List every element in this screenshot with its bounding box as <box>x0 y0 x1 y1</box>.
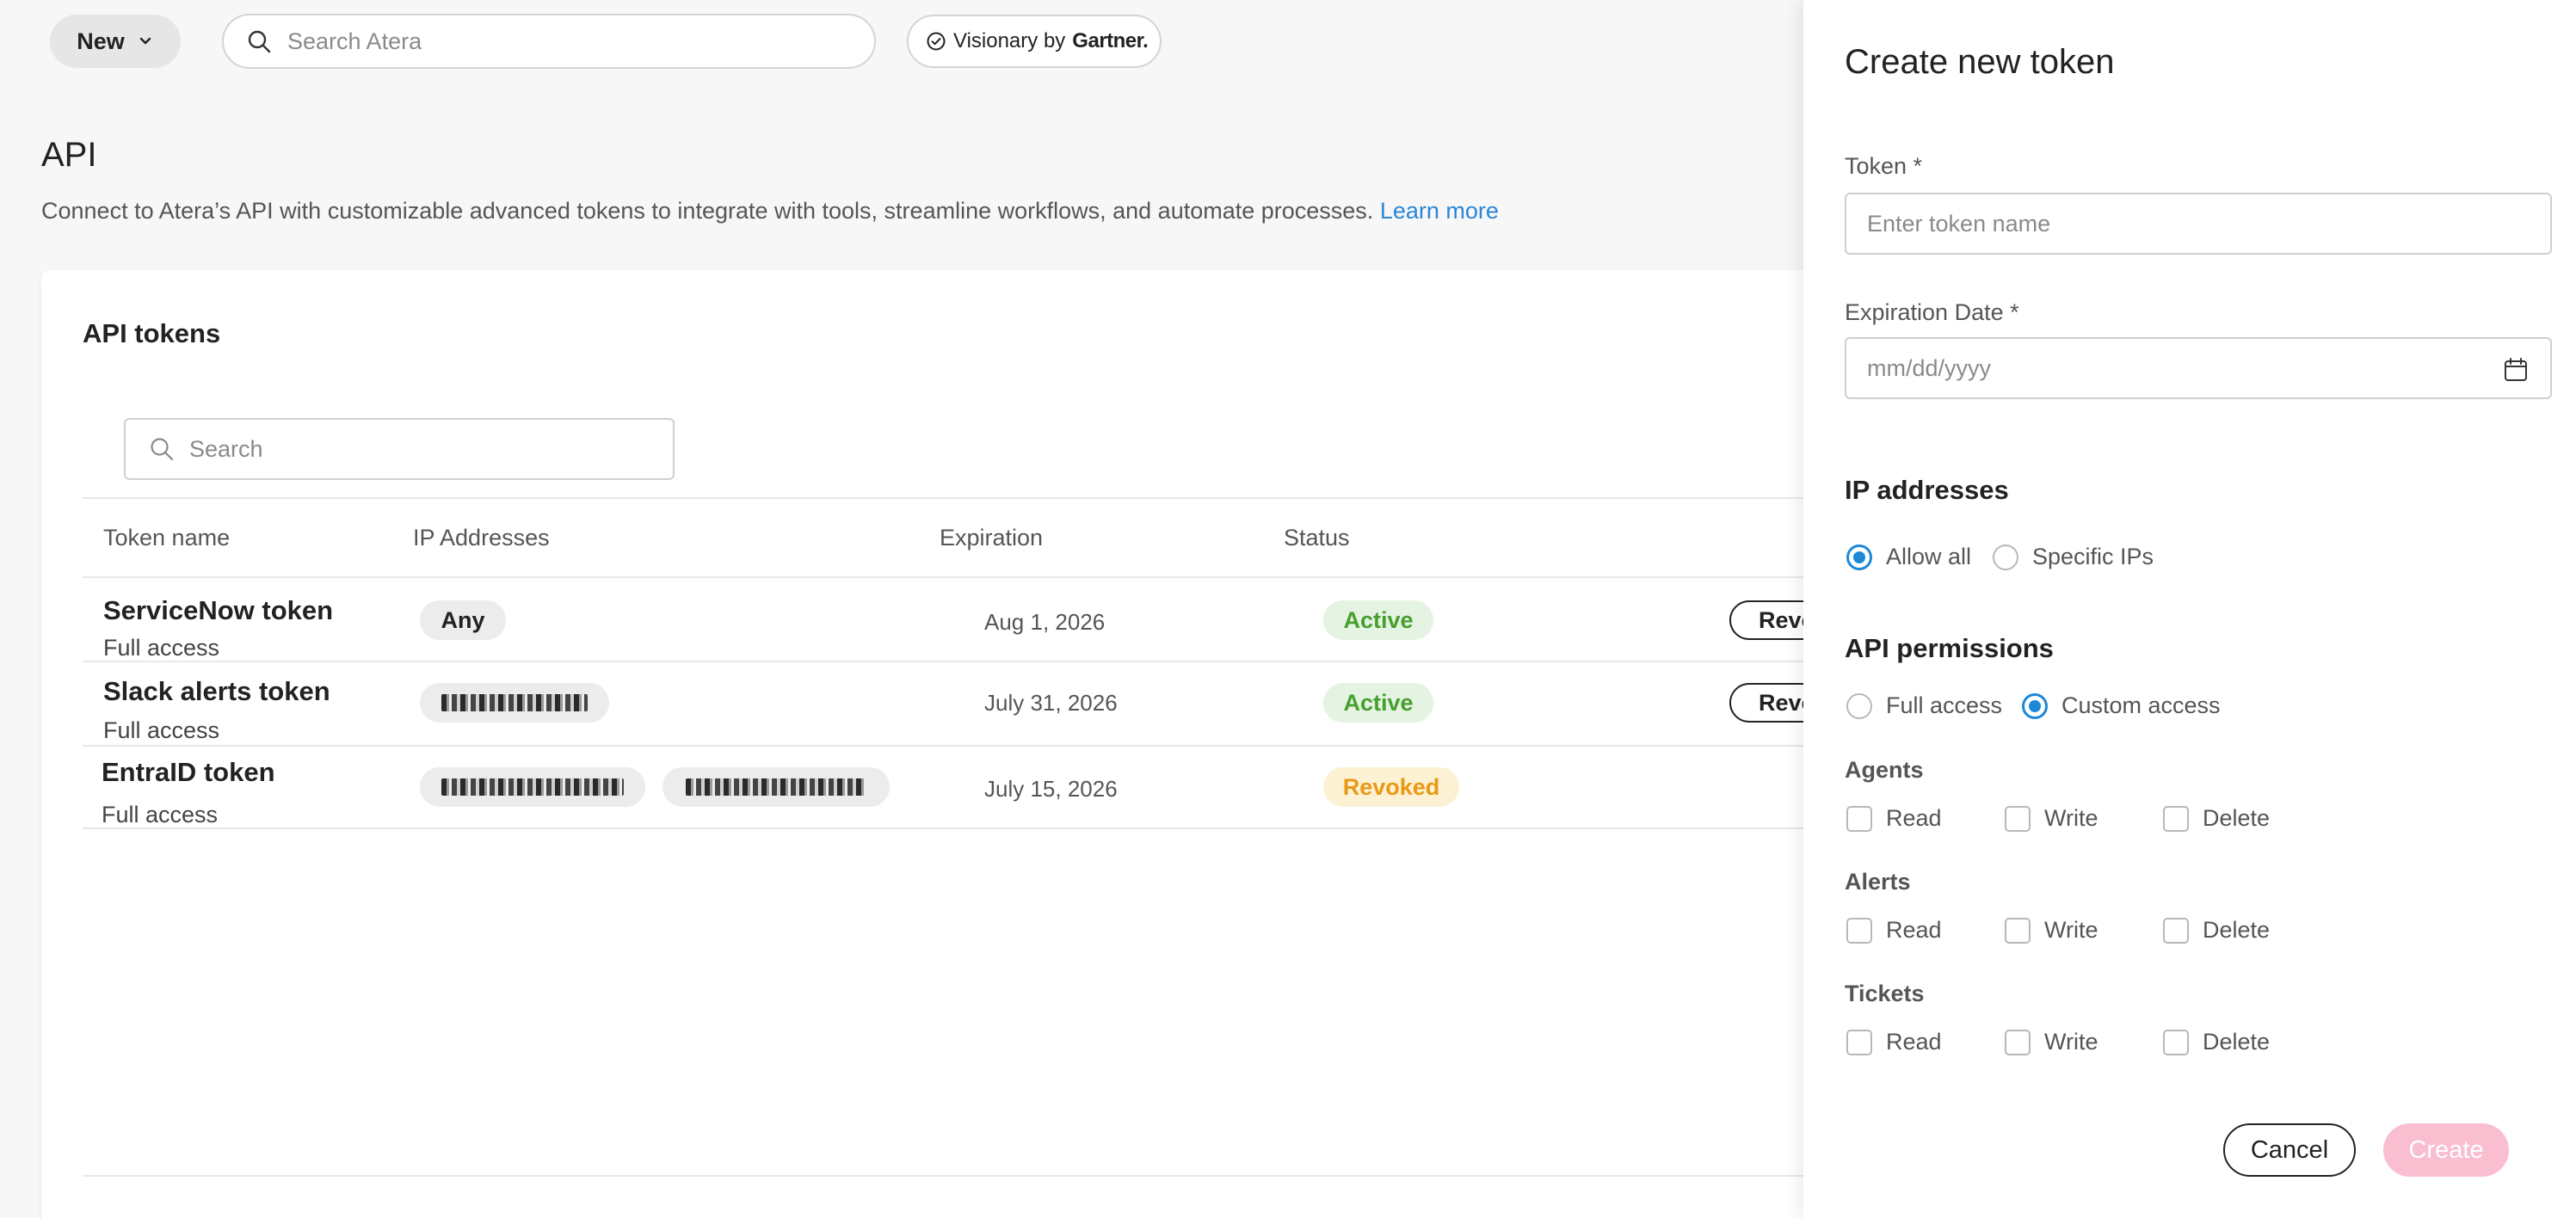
search-icon <box>151 438 174 461</box>
token-search[interactable] <box>124 418 675 480</box>
ip-chip: Any <box>420 600 506 640</box>
checkbox-agents-read[interactable] <box>1846 806 1872 832</box>
token-name: Slack alerts token <box>103 676 330 706</box>
gartner-prefix: Visionary by <box>953 29 1066 52</box>
redacted-mosaic <box>441 694 588 711</box>
radio-custom-access[interactable] <box>2022 693 2048 719</box>
row-divider <box>83 827 1934 829</box>
api-tokens-card: API tokens Token name IP Addresses Expir… <box>41 270 1934 1218</box>
token-expiration: July 31, 2026 <box>984 690 1118 716</box>
radio-full-access[interactable] <box>1846 693 1872 719</box>
checkbox-label: Delete <box>2203 805 2271 831</box>
create-button[interactable]: Create <box>2383 1123 2509 1177</box>
calendar-icon[interactable] <box>2502 356 2530 384</box>
checkbox-label: Read <box>1886 1029 1942 1055</box>
expiration-date-input[interactable] <box>1867 354 2469 382</box>
new-button[interactable]: New <box>50 15 181 68</box>
checkbox-tickets-read[interactable] <box>1846 1030 1872 1055</box>
checkbox-agents-write[interactable] <box>2005 806 2031 832</box>
redacted-mosaic <box>441 778 624 796</box>
radio-custom-access-label: Custom access <box>2061 692 2221 718</box>
checkbox-tickets-delete[interactable] <box>2163 1030 2189 1055</box>
radio-specific-ips-label: Specific IPs <box>2032 544 2154 569</box>
search-icon <box>248 30 271 53</box>
checkbox-label: Delete <box>2203 917 2271 943</box>
checkbox-alerts-write[interactable] <box>2005 918 2031 944</box>
ip-addresses-title: IP addresses <box>1845 475 2009 505</box>
status-badge: Revoked <box>1323 767 1459 807</box>
page-title: API <box>41 136 97 174</box>
card-bottom-divider <box>83 1175 1934 1177</box>
global-search-input[interactable] <box>287 28 855 55</box>
checkbox-label: Read <box>1886 917 1942 943</box>
token-name-input[interactable] <box>1867 210 2469 237</box>
table-row: Slack alerts token Full access July 31, … <box>83 662 1934 745</box>
token-field-label: Token * <box>1845 153 1923 179</box>
new-button-label: New <box>77 28 125 54</box>
token-expiration: Aug 1, 2026 <box>984 609 1106 635</box>
page-description: Connect to Atera’s API with customizable… <box>41 198 1499 225</box>
ip-chip-redacted <box>420 683 609 723</box>
perm-group-agents: Agents <box>1845 757 1924 783</box>
perm-group-tickets: Tickets <box>1845 981 1925 1006</box>
status-badge: Active <box>1323 683 1433 723</box>
checkbox-label: Delete <box>2203 1029 2271 1055</box>
top-bar: New Visionary by Gartner. <box>0 0 1807 83</box>
column-header-token-name: Token name <box>103 525 231 551</box>
token-access: Full access <box>102 802 219 827</box>
checkbox-agents-delete[interactable] <box>2163 806 2189 832</box>
token-name: ServiceNow token <box>103 595 334 625</box>
checkbox-label: Write <box>2044 805 2098 831</box>
check-circle-icon <box>927 32 946 51</box>
token-access: Full access <box>103 635 220 661</box>
page-description-text: Connect to Atera’s API with customizable… <box>41 198 1374 224</box>
ip-chip-redacted <box>662 767 890 807</box>
token-name-field[interactable] <box>1845 193 2552 255</box>
chevron-down-icon <box>139 37 151 45</box>
perm-group-alerts: Alerts <box>1845 869 1911 895</box>
radio-specific-ips[interactable] <box>1993 544 2018 570</box>
status-badge: Active <box>1323 600 1433 640</box>
global-search[interactable] <box>222 14 876 69</box>
checkbox-label: Write <box>2044 1029 2098 1055</box>
token-name: EntraID token <box>102 757 275 787</box>
token-expiration: July 15, 2026 <box>984 776 1118 802</box>
expiration-date-field[interactable] <box>1845 337 2552 399</box>
token-access: Full access <box>103 717 220 743</box>
expiration-field-label: Expiration Date * <box>1845 299 2019 325</box>
table-top-divider <box>83 497 1934 499</box>
column-header-status: Status <box>1284 525 1350 551</box>
redacted-mosaic <box>686 778 866 796</box>
card-title: API tokens <box>83 318 221 348</box>
checkbox-alerts-delete[interactable] <box>2163 918 2189 944</box>
drawer-title: Create new token <box>1845 43 2115 81</box>
token-search-input[interactable] <box>189 435 671 463</box>
gartner-badge[interactable]: Visionary by Gartner. <box>907 15 1162 68</box>
cancel-button[interactable]: Cancel <box>2223 1123 2356 1177</box>
create-token-drawer: Create new token Token * Expiration Date… <box>1803 0 2576 1218</box>
column-header-ip-addresses: IP Addresses <box>413 525 550 551</box>
column-header-expiration: Expiration <box>940 525 1044 551</box>
learn-more-link[interactable]: Learn more <box>1380 198 1499 224</box>
radio-allow-all[interactable] <box>1846 544 1872 570</box>
api-permissions-title: API permissions <box>1845 633 2054 663</box>
gartner-brand: Gartner. <box>1072 29 1149 52</box>
radio-allow-all-label: Allow all <box>1886 544 1972 569</box>
checkbox-label: Read <box>1886 805 1942 831</box>
table-row: ServiceNow token Full access Any Aug 1, … <box>83 578 1934 661</box>
checkbox-tickets-write[interactable] <box>2005 1030 2031 1055</box>
checkbox-label: Write <box>2044 917 2098 943</box>
ip-chip-redacted <box>420 767 645 807</box>
radio-full-access-label: Full access <box>1886 692 2003 718</box>
table-row: EntraID token Full access July 15, 2026 … <box>83 747 1934 829</box>
checkbox-alerts-read[interactable] <box>1846 918 1872 944</box>
